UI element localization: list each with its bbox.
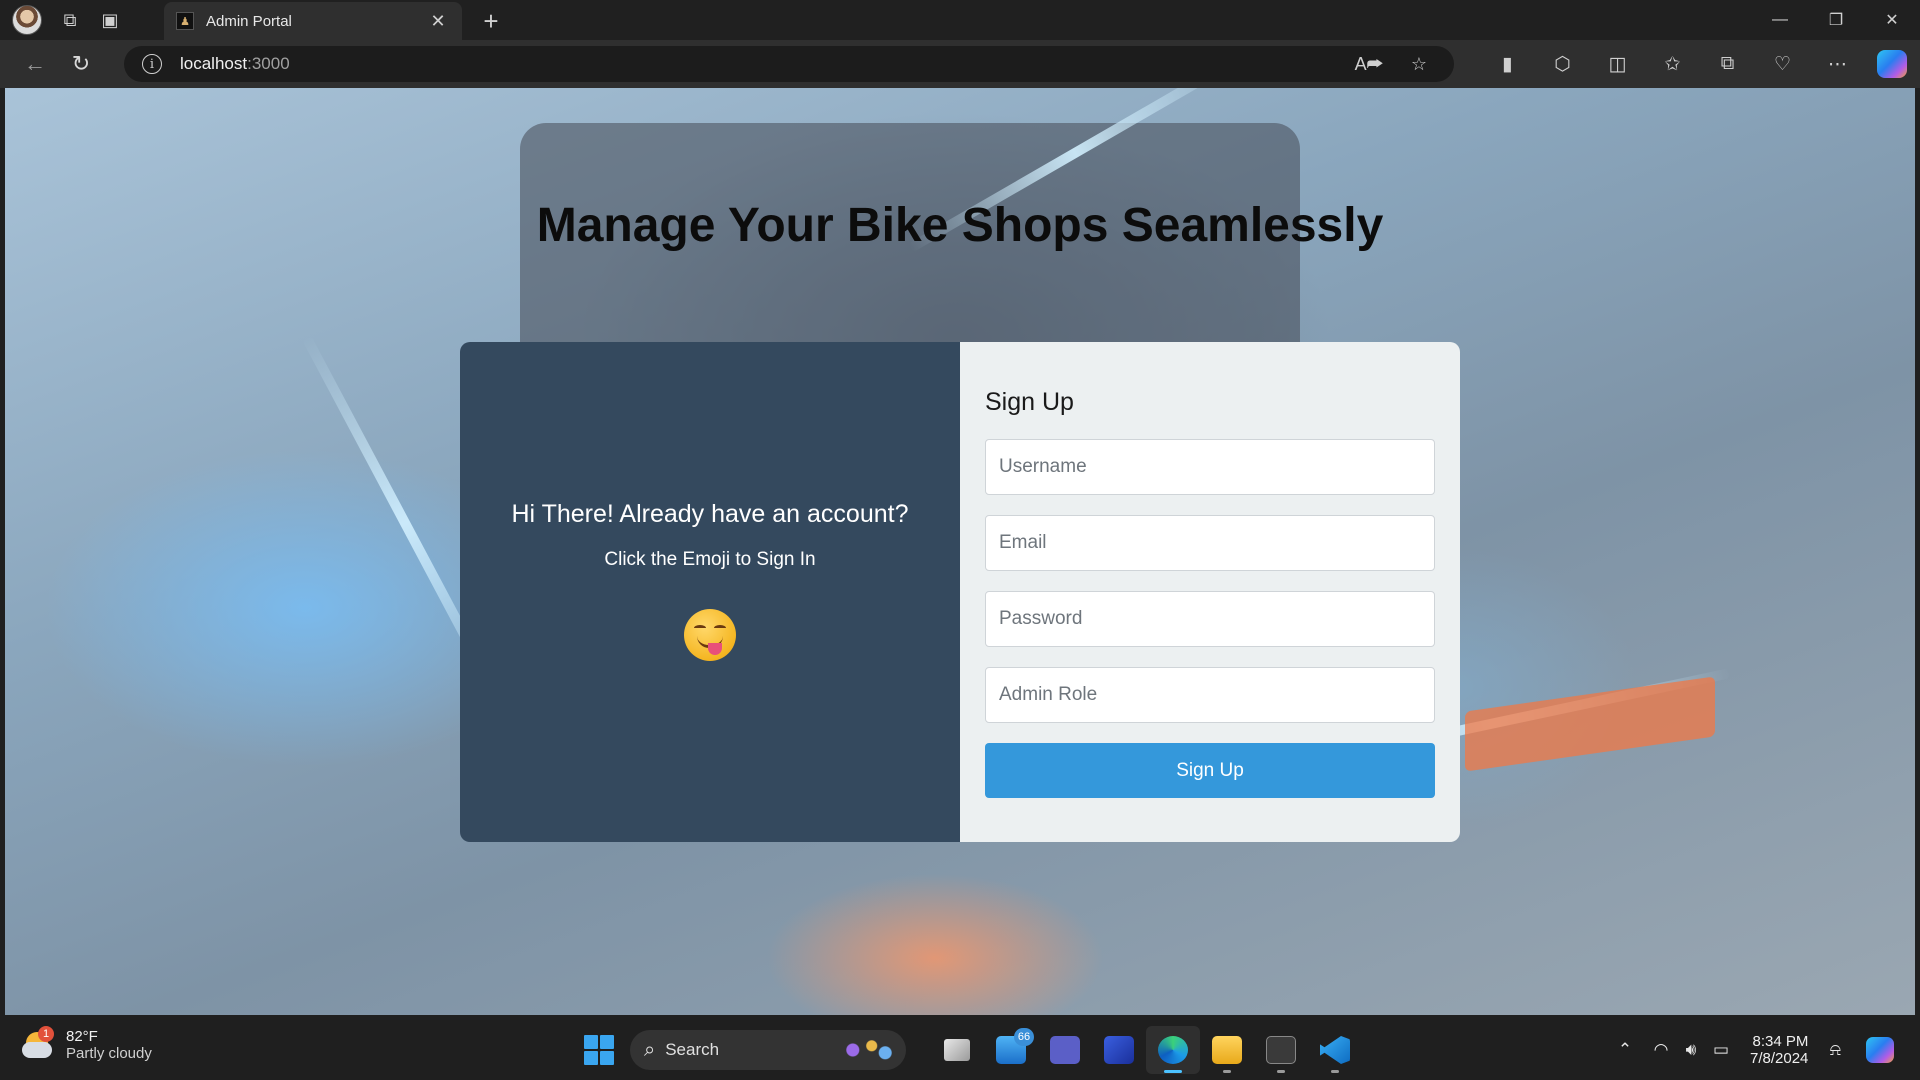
search-icon: ⌕ bbox=[644, 1038, 656, 1061]
address-bar-actions: A⮫ ☆ bbox=[1344, 46, 1444, 82]
file-explorer-app[interactable] bbox=[1200, 1026, 1254, 1074]
notification-bell-icon[interactable]: ⍾ bbox=[1820, 1040, 1850, 1060]
edge-app[interactable] bbox=[1146, 1026, 1200, 1074]
wifi-icon[interactable]: ◠ bbox=[1646, 1040, 1676, 1060]
admin-portal-favicon-icon: ♟ bbox=[176, 12, 194, 30]
favorite-star-icon[interactable]: ☆ bbox=[1394, 54, 1444, 75]
close-window-button[interactable]: ✕ bbox=[1864, 0, 1920, 40]
weather-temperature: 82°F bbox=[66, 1028, 98, 1045]
read-aloud-icon[interactable]: A⮫ bbox=[1344, 54, 1394, 75]
copilot-tray-icon[interactable] bbox=[1866, 1037, 1895, 1063]
mail-unread-badge: 66 bbox=[1014, 1028, 1034, 1046]
browser-toolbar: ← ↻ i localhost :3000 A⮫ ☆ ▮ ⬡ ◫ ✩ ⧉ ♡ ⋯ bbox=[0, 40, 1920, 88]
teams-app[interactable] bbox=[1038, 1026, 1092, 1074]
vscode-icon bbox=[1320, 1036, 1350, 1064]
edge-icon bbox=[1158, 1036, 1188, 1064]
password-input[interactable] bbox=[985, 591, 1435, 647]
admin-role-input[interactable] bbox=[985, 667, 1435, 723]
favorites-icon[interactable]: ✩ bbox=[1645, 53, 1700, 76]
vertical-tabs-icon[interactable]: ▣ bbox=[90, 0, 130, 40]
clock-date: 7/8/2024 bbox=[1750, 1050, 1809, 1067]
sign-up-button[interactable]: Sign Up bbox=[985, 743, 1435, 798]
sign-in-prompt-subtext: Click the Emoji to Sign In bbox=[604, 549, 816, 570]
restore-button[interactable]: ❐ bbox=[1808, 0, 1864, 40]
mail-app[interactable]: 66 bbox=[984, 1026, 1038, 1074]
browser-essentials-icon[interactable]: ▮ bbox=[1480, 53, 1535, 76]
weather-alert-badge: 1 bbox=[38, 1026, 54, 1042]
system-tray: ⌃ ◠ 🔊︎ ▭ 8:34 PM 7/8/2024 ⍾ bbox=[1610, 1020, 1895, 1080]
extensions-icon[interactable]: ⬡ bbox=[1535, 53, 1590, 76]
settings-more-icon[interactable]: ⋯ bbox=[1810, 53, 1865, 76]
clock-time: 8:34 PM bbox=[1752, 1033, 1809, 1050]
refresh-button[interactable]: ↻ bbox=[58, 44, 104, 84]
terminal-app[interactable] bbox=[1254, 1026, 1308, 1074]
email-input[interactable] bbox=[985, 515, 1435, 571]
battery-icon[interactable]: ▭ bbox=[1706, 1040, 1736, 1060]
vscode-app[interactable] bbox=[1308, 1026, 1362, 1074]
terminal-icon bbox=[1266, 1036, 1296, 1064]
page-viewport: Manage Your Bike Shops Seamlessly Hi The… bbox=[5, 88, 1915, 1015]
copilot-icon[interactable] bbox=[1877, 50, 1907, 78]
search-label: Search bbox=[665, 1040, 720, 1059]
taskbar-clock[interactable]: 8:34 PM 7/8/2024 bbox=[1750, 1033, 1808, 1067]
weather-condition: Partly cloudy bbox=[66, 1045, 152, 1062]
collections-icon[interactable]: ⧉ bbox=[1700, 53, 1755, 75]
split-screen-icon[interactable]: ◫ bbox=[1590, 53, 1645, 76]
minimize-button[interactable]: — bbox=[1752, 0, 1808, 40]
weather-widget[interactable]: 1 82°F Partly cloudy bbox=[22, 1026, 152, 1062]
task-view-app[interactable] bbox=[930, 1026, 984, 1074]
tab-admin-portal[interactable]: ♟ Admin Portal ✕ bbox=[164, 2, 462, 40]
file-explorer-icon bbox=[1212, 1036, 1242, 1064]
partly-cloudy-icon: 1 bbox=[22, 1026, 56, 1060]
browser-title-bar: ⧉ ▣ ♟ Admin Portal ✕ + — ❐ ✕ bbox=[0, 0, 1920, 40]
username-input[interactable] bbox=[985, 439, 1435, 495]
profile-avatar[interactable] bbox=[12, 5, 42, 35]
close-tab-icon[interactable]: ✕ bbox=[426, 11, 450, 32]
volume-icon[interactable]: 🔊︎ bbox=[1676, 1040, 1706, 1060]
windows-taskbar: 1 82°F Partly cloudy ⌕ Search 66 ⌃ ◠ 🔊︎ … bbox=[0, 1020, 1920, 1080]
site-info-icon[interactable]: i bbox=[142, 54, 162, 74]
page-headline: Manage Your Bike Shops Seamlessly bbox=[536, 199, 1384, 252]
sign-in-emoji-button[interactable] bbox=[684, 609, 736, 661]
browser-tool-icons: ▮ ⬡ ◫ ✩ ⧉ ♡ ⋯ bbox=[1480, 44, 1907, 84]
teams-icon bbox=[1050, 1036, 1080, 1064]
taskbar-apps: 66 bbox=[930, 1026, 1362, 1074]
windows-start-icon[interactable] bbox=[584, 1035, 614, 1065]
task-view-icon bbox=[944, 1039, 970, 1061]
window-controls: — ❐ ✕ bbox=[1752, 0, 1920, 40]
tab-title: Admin Portal bbox=[206, 12, 292, 30]
power-automate-icon bbox=[1104, 1036, 1134, 1064]
back-button[interactable]: ← bbox=[12, 44, 58, 84]
url-port: :3000 bbox=[247, 54, 290, 73]
workspaces-icon[interactable]: ⧉ bbox=[50, 0, 90, 40]
background-orange-glow bbox=[1465, 676, 1715, 772]
sign-up-form-panel: Sign Up Sign Up bbox=[960, 342, 1460, 842]
address-bar[interactable]: i localhost :3000 A⮫ ☆ bbox=[124, 46, 1454, 82]
sign-in-prompt-panel: Hi There! Already have an account? Click… bbox=[460, 342, 960, 842]
power-automate-app[interactable] bbox=[1092, 1026, 1146, 1074]
url-host: localhost bbox=[180, 54, 248, 73]
search-highlight-icon bbox=[842, 1036, 896, 1064]
chevron-up-icon[interactable]: ⌃ bbox=[1610, 1040, 1640, 1060]
performance-icon[interactable]: ♡ bbox=[1755, 53, 1810, 76]
sign-in-prompt-heading: Hi There! Already have an account? bbox=[511, 500, 909, 528]
new-tab-button[interactable]: + bbox=[474, 4, 508, 38]
taskbar-search[interactable]: ⌕ Search bbox=[630, 1030, 906, 1070]
auth-card: Hi There! Already have an account? Click… bbox=[460, 342, 1460, 842]
sign-up-title: Sign Up bbox=[985, 388, 1074, 416]
